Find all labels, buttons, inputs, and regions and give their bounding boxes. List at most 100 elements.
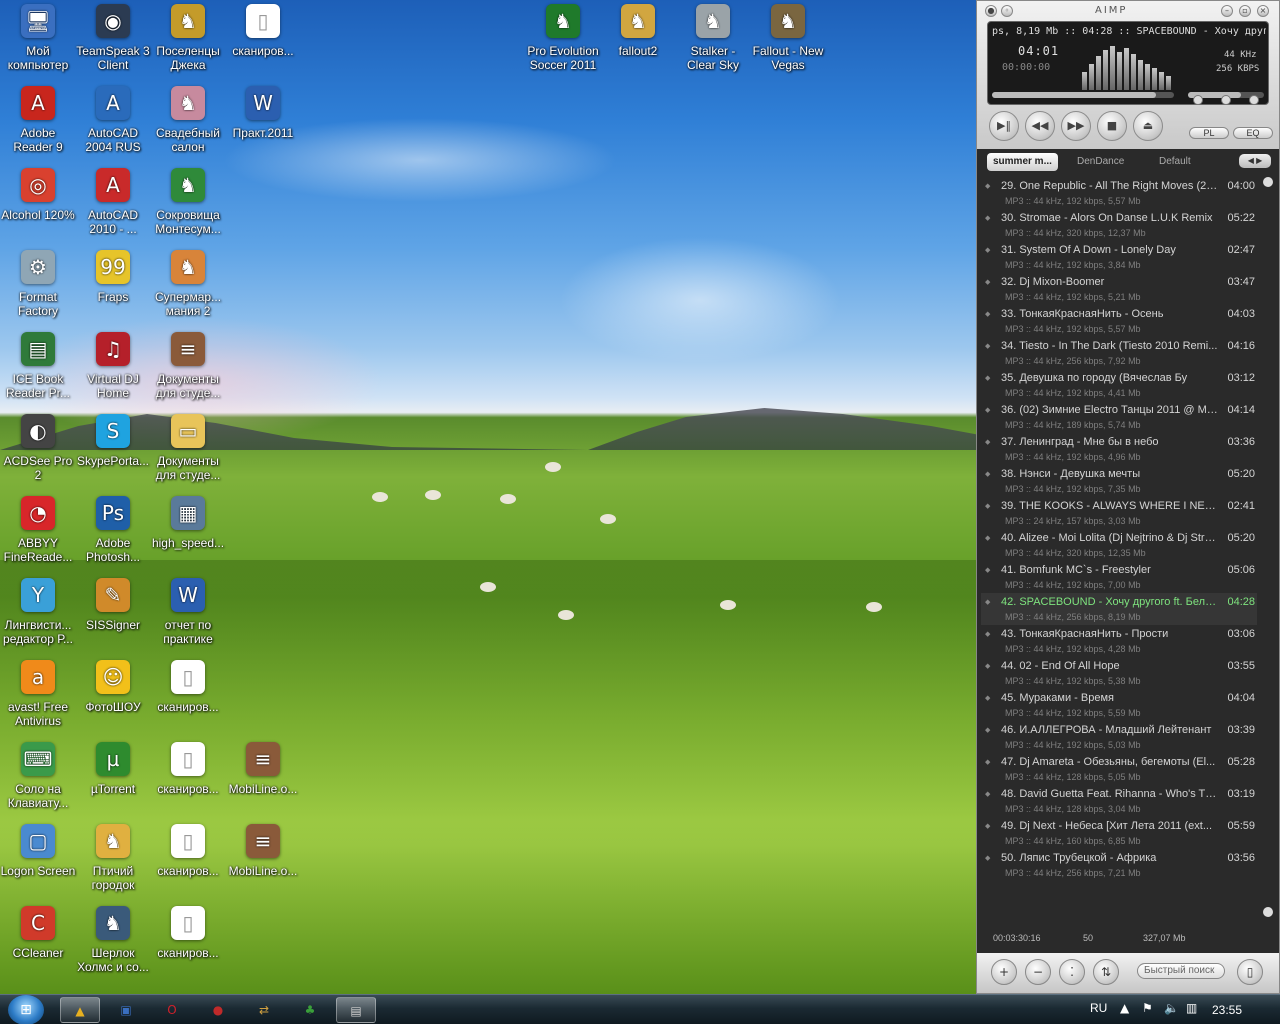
network-task[interactable]: ⇄ xyxy=(244,997,284,1023)
add-files-button[interactable]: + xyxy=(991,959,1017,985)
playlist-row[interactable]: ◆ 40. Alizee - Moi Lolita (Dj Nejtrino & … xyxy=(981,529,1257,561)
scroll-up-icon[interactable] xyxy=(1263,177,1273,187)
desktop-icon[interactable]: ♞ Fallout - New Vegas xyxy=(750,4,826,72)
remove-files-button[interactable]: − xyxy=(1025,959,1051,985)
playlist-row[interactable]: ◆ 48. David Guetta Feat. Rihanna - Who's … xyxy=(981,785,1257,817)
desktop-icon[interactable]: ▦ high_speed... xyxy=(150,496,226,550)
desktop-icon[interactable]: ▤ ICE Book Reader Pr... xyxy=(0,332,76,400)
tab-default[interactable]: Default xyxy=(1153,153,1197,171)
tab-scroll-arrows[interactable]: ◀ ▶ xyxy=(1239,154,1271,168)
playlist-row[interactable]: ◆ 36. (02) Зимние Electro Танцы 2011 @ Mi… xyxy=(981,401,1257,433)
desktop-icon[interactable]: ▯ сканиров... xyxy=(150,742,226,796)
aimp-menu-button[interactable]: ● xyxy=(985,5,997,17)
playlist-scrollbar[interactable] xyxy=(1263,177,1273,927)
seek-bar[interactable] xyxy=(992,92,1174,98)
desktop-icon[interactable]: ▯ сканиров... xyxy=(225,4,301,58)
desktop-icon[interactable]: W Практ.2011 xyxy=(225,86,301,140)
equalizer-toggle-button[interactable]: EQ xyxy=(1233,127,1273,139)
save-task[interactable]: ▣ xyxy=(106,997,146,1023)
playlist-row[interactable]: ◆ 49. Dj Next - Небеса [Хит Лета 2011 (ex… xyxy=(981,817,1257,849)
desktop-icon[interactable]: ♞ Шерлок Холмс и со... xyxy=(75,906,151,974)
next-button[interactable]: ▶▶ xyxy=(1061,111,1091,141)
desktop-icon[interactable]: ♞ Stalker - Clear Sky xyxy=(675,4,751,72)
desktop-icon[interactable]: ♞ Свадебный салон xyxy=(150,86,226,154)
stop-button[interactable]: ■ xyxy=(1097,111,1127,141)
desktop-icon[interactable]: ♞ Птичий городок xyxy=(75,824,151,892)
desktop-icon[interactable]: ◔ ABBYY FineReade... xyxy=(0,496,76,564)
aimp-task[interactable]: ▲ xyxy=(60,997,100,1023)
repeat-knob[interactable] xyxy=(1193,95,1203,105)
playlist-row[interactable]: ◆ 29. One Republic - All The Right Moves … xyxy=(981,177,1257,209)
playlist-row[interactable]: ◆ 30. Stromae - Alors On Danse L.U.K Remi… xyxy=(981,209,1257,241)
opera-task[interactable]: O xyxy=(152,997,192,1023)
desktop-icon[interactable]: Ps Adobe Photosh... xyxy=(75,496,151,564)
playlist-row[interactable]: ◆ 34. Tiesto - In The Dark (Tiesto 2010 R… xyxy=(981,337,1257,369)
aimp-pin-button[interactable]: ◦ xyxy=(1001,5,1013,17)
clock[interactable]: 23:55 xyxy=(1212,1003,1242,1017)
desktop-icon[interactable]: ◐ ACDSee Pro 2 xyxy=(0,414,76,482)
close-button[interactable]: × xyxy=(1257,5,1269,17)
select-button[interactable]: ⁚ xyxy=(1059,959,1085,985)
playlist-row[interactable]: ◆ 44. 02 - End Of All Hope 03:55 MP3 :: 44 … xyxy=(981,657,1257,689)
show-hidden-icons-icon[interactable]: ▲ xyxy=(1120,1001,1129,1015)
desktop-icon[interactable]: ▭ Документы для студе... xyxy=(150,414,226,482)
minimize-button[interactable]: – xyxy=(1221,5,1233,17)
desktop-icon[interactable]: ♞ Супермар... мания 2 xyxy=(150,250,226,318)
desktop-icon[interactable]: ≡ MobiLine.o... xyxy=(225,742,301,796)
play-pause-button[interactable]: ▶‖ xyxy=(989,111,1019,141)
playlist-row[interactable]: ◆ 32. Dj Mixon-Boomer 03:47 MP3 :: 44 kHz, … xyxy=(981,273,1257,305)
desktop-icon[interactable]: 🖥 Мой компьютер xyxy=(0,4,76,72)
playlist-row[interactable]: ◆ 35. Девушка по городу (Вячеслав Бу 03:12… xyxy=(981,369,1257,401)
playlist-menu-button[interactable]: ▯ xyxy=(1237,959,1263,985)
desktop-icon[interactable]: ◎ Alcohol 120% xyxy=(0,168,76,222)
speed-knob[interactable] xyxy=(1249,95,1259,105)
desktop-icon[interactable]: a avast! Free Antivirus xyxy=(0,660,76,728)
playlist-row[interactable]: ◆ 45. Мураками - Время 04:04 MP3 :: 44 kHz,… xyxy=(981,689,1257,721)
tab-summer[interactable]: summer m... xyxy=(987,153,1058,171)
sort-button[interactable]: ⇅ xyxy=(1093,959,1119,985)
desktop-icon[interactable]: ⌨ Соло на Клавиату... xyxy=(0,742,76,810)
record-task[interactable]: ● xyxy=(198,997,238,1023)
desktop-icon[interactable]: ▯ сканиров... xyxy=(150,824,226,878)
balance-knob[interactable] xyxy=(1221,95,1231,105)
desktop-icon[interactable]: ▯ сканиров... xyxy=(150,906,226,960)
desktop-icon[interactable]: C CCleaner xyxy=(0,906,76,960)
desktop-icon[interactable]: ♞ Pro Evolution Soccer 2011 xyxy=(525,4,601,72)
playlist-row[interactable]: ◆ 47. Dj Amareta - Обезьяны, бегемоты (El… xyxy=(981,753,1257,785)
desktop-icon[interactable]: ▢ Logon Screen xyxy=(0,824,76,878)
desktop-icon[interactable]: ♫ Virtual DJ Home xyxy=(75,332,151,400)
active-window-task[interactable]: ▤ xyxy=(336,997,376,1023)
playlist-row[interactable]: ◆ 31. System Of A Down - Lonely Day 02:47 M… xyxy=(981,241,1257,273)
playlist-row[interactable]: ◆ 38. Нэнси - Девушка мечты 05:20 MP3 :: 44… xyxy=(981,465,1257,497)
desktop-icon[interactable]: ☺ ФотоШОУ xyxy=(75,660,151,714)
action-center-flag-icon[interactable]: ⚑ xyxy=(1142,1001,1153,1015)
tab-dendance[interactable]: DenDance xyxy=(1071,153,1130,171)
desktop-icon[interactable]: A AutoCAD 2004 RUS xyxy=(75,86,151,154)
quick-search-input[interactable]: Быстрый поиск xyxy=(1137,963,1225,979)
aimp-title-bar[interactable]: ● ◦ AIMP – ▫ × xyxy=(977,1,1279,21)
playlist-row[interactable]: ◆ 37. Ленинград - Мне бы в небо 03:36 MP3 :… xyxy=(981,433,1257,465)
playlist-row-current[interactable]: ◆ 42. SPACEBOUND - Хочу другого ft. Белк.… xyxy=(981,593,1257,625)
playlist-row[interactable]: ◆ 41. Bomfunk MC`s - Freestyler 05:06 MP3 :… xyxy=(981,561,1257,593)
eject-button[interactable]: ⏏ xyxy=(1133,111,1163,141)
playlist-toggle-button[interactable]: PL xyxy=(1189,127,1229,139)
playlist-row[interactable]: ◆ 39. THE KOOKS - ALWAYS WHERE I NEED 02:4… xyxy=(981,497,1257,529)
start-button[interactable]: ⊞ xyxy=(8,995,44,1024)
desktop-icon[interactable]: 99 Fraps xyxy=(75,250,151,304)
desktop-icon[interactable]: µ µTorrent xyxy=(75,742,151,796)
playlist-row[interactable]: ◆ 43. ТонкаяКраснаяНить - Прости 03:06 MP3 … xyxy=(981,625,1257,657)
playlist-row[interactable]: ◆ 46. И.АЛЛЕГРОВА - Младший Лейтенант 03:3… xyxy=(981,721,1257,753)
desktop-icon[interactable]: ✎ SISSigner xyxy=(75,578,151,632)
scroll-thumb[interactable] xyxy=(1263,907,1273,917)
desktop-icon[interactable]: A AutoCAD 2010 - ... xyxy=(75,168,151,236)
desktop-icon[interactable]: ♞ Сокровища Монтесум... xyxy=(150,168,226,236)
network-icon[interactable]: ▥ xyxy=(1186,1001,1197,1015)
desktop-icon[interactable]: ♞ fallout2 xyxy=(600,4,676,58)
desktop-icon[interactable]: ≡ MobiLine.o... xyxy=(225,824,301,878)
green-app-task[interactable]: ♣ xyxy=(290,997,330,1023)
playlist-row[interactable]: ◆ 50. Ляпис Трубецкой - Африка 03:56 MP3 ::… xyxy=(981,849,1257,881)
desktop-icon[interactable]: ⚙ Format Factory xyxy=(0,250,76,318)
desktop-icon[interactable]: ◉ TeamSpeak 3 Client xyxy=(75,4,151,72)
playlist-row[interactable]: ◆ 33. ТонкаяКраснаяНить - Осень 04:03 MP3 :… xyxy=(981,305,1257,337)
desktop-icon[interactable]: ▯ сканиров... xyxy=(150,660,226,714)
